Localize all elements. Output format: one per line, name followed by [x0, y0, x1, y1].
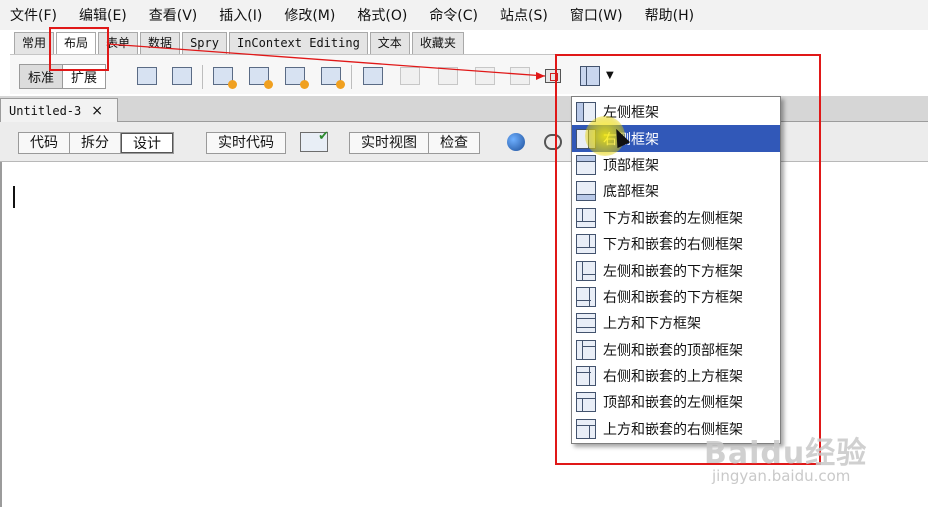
annotation-arrowhead	[536, 72, 545, 80]
watermark-url: jingyan.baidu.com	[712, 467, 851, 485]
annotation-line	[107, 43, 546, 77]
watermark-logo: Baidu经验	[704, 436, 868, 471]
